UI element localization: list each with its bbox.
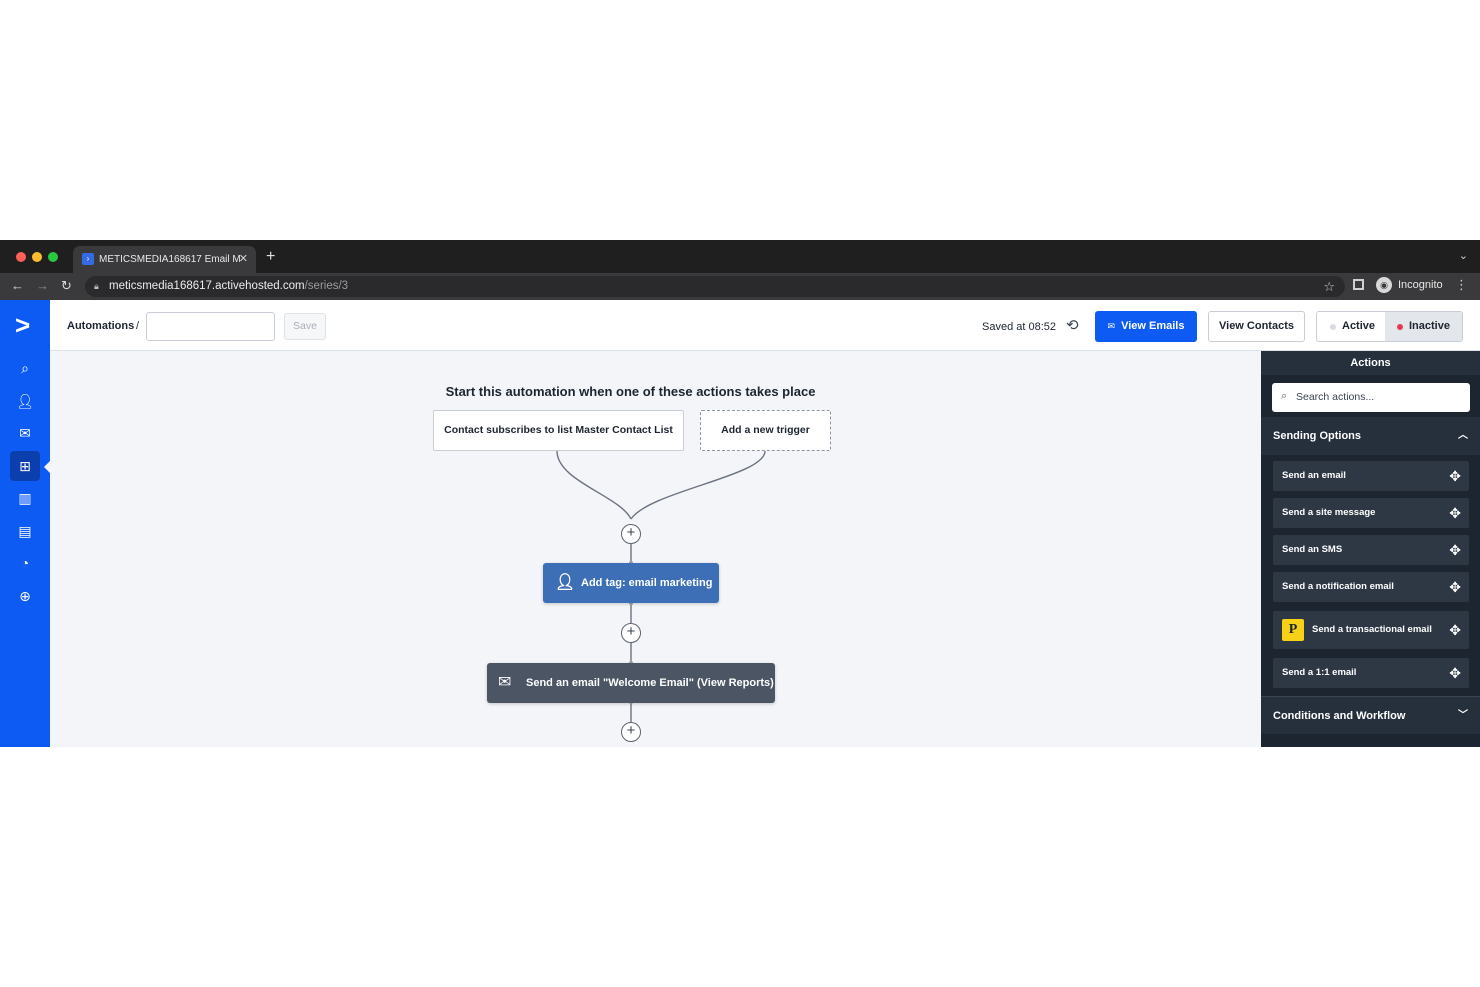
reports-pie-icon[interactable]: ◔: [13, 551, 37, 575]
forward-arrow-icon[interactable]: →: [36, 278, 49, 293]
bookmark-star-icon[interactable]: ☆: [1323, 279, 1335, 295]
active-dot-icon: [1330, 324, 1336, 330]
search-actions-input[interactable]: ⌕ Search actions...: [1272, 383, 1470, 412]
automation-canvas[interactable]: Start this automation when one of these …: [50, 351, 1261, 747]
status-inactive-option[interactable]: Inactive: [1385, 312, 1462, 341]
drag-move-icon[interactable]: ✥: [1449, 535, 1461, 565]
drag-move-icon[interactable]: ✥: [1449, 572, 1461, 602]
mail-icon: ✉: [1107, 321, 1116, 331]
browser-menu-icon[interactable]: ⋮: [1455, 277, 1468, 293]
browser-tab[interactable]: › METICSMEDIA168617 Email M ✕: [73, 246, 256, 273]
tab-close-icon[interactable]: ✕: [239, 246, 248, 273]
save-button[interactable]: Save: [284, 313, 326, 340]
activecampaign-favicon-icon: ›: [82, 253, 94, 265]
trigger-subscribes-list[interactable]: Contact subscribes to list Master Contac…: [433, 410, 684, 451]
screenshot: › METICSMEDIA168617 Email M ✕ + ⌄ ← → ↻ …: [0, 240, 1480, 747]
node-add-tag[interactable]: 👤︎ Add tag: email marketing: [543, 563, 719, 603]
url-text: meticsmedia168617.activehosted.com/serie…: [109, 280, 349, 292]
upgrade-arrow-icon[interactable]: ⊕: [13, 584, 37, 608]
actions-panel: Actions ⌕ Search actions... Sending Opti…: [1261, 351, 1480, 747]
chevron-down-icon: ﹀: [1458, 710, 1468, 721]
browser-toolbar: ← → ↻ 🔒︎ meticsmedia168617.activehosted.…: [0, 273, 1480, 300]
automations-icon[interactable]: ⊞: [10, 451, 40, 481]
side-panel-icon[interactable]: [1353, 279, 1364, 290]
automation-header: Automations / Save Saved at 08:52 ⟲ ✉ Vie…: [50, 300, 1480, 351]
drag-move-icon[interactable]: ✥: [1449, 611, 1461, 649]
add-step-plus-icon[interactable]: +: [621, 722, 641, 742]
add-step-plus-icon[interactable]: +: [621, 623, 641, 643]
envelope-icon: ✉: [498, 674, 512, 691]
action-send-transactional-email[interactable]: P Send a transactional email ✥: [1273, 611, 1469, 649]
person-icon: 👤︎: [555, 574, 576, 591]
address-bar[interactable]: 🔒︎ meticsmedia168617.activehosted.com/se…: [85, 276, 1345, 297]
section-sending-options[interactable]: Sending Options ︿: [1261, 417, 1480, 455]
activecampaign-logo-icon[interactable]: >: [15, 312, 30, 338]
drag-move-icon[interactable]: ✥: [1449, 461, 1461, 491]
search-icon[interactable]: ⌕: [13, 356, 37, 380]
zoom-window-button[interactable]: [48, 252, 58, 262]
action-send-email[interactable]: Send an email ✥: [1273, 461, 1469, 491]
chevron-up-icon: ︿: [1458, 430, 1468, 441]
view-contacts-button[interactable]: View Contacts: [1208, 311, 1305, 342]
inactive-dot-icon: [1397, 324, 1403, 330]
breadcrumb-separator: /: [136, 320, 140, 332]
history-icon[interactable]: ⟲: [1066, 316, 1079, 334]
breadcrumb-automations[interactable]: Automations: [67, 320, 134, 332]
search-icon: ⌕: [1281, 390, 1288, 402]
automation-name-input[interactable]: [146, 312, 275, 341]
saved-status: Saved at 08:52: [982, 321, 1057, 333]
add-step-plus-icon[interactable]: +: [621, 524, 641, 544]
node-send-email[interactable]: ✉ Send an email "Welcome Email" (View Re…: [487, 663, 775, 703]
back-arrow-icon[interactable]: ←: [11, 278, 24, 293]
action-send-1-1-email[interactable]: Send a 1:1 email ✥: [1273, 658, 1469, 688]
forms-icon[interactable]: ▤: [13, 519, 37, 543]
tab-title: METICSMEDIA168617 Email M: [99, 254, 241, 265]
status-toggle: Active Inactive: [1316, 311, 1463, 342]
drag-move-icon[interactable]: ✥: [1449, 658, 1461, 688]
add-trigger-button[interactable]: Add a new trigger: [700, 410, 831, 451]
search-placeholder: Search actions...: [1296, 391, 1375, 403]
section-conditions-workflow[interactable]: Conditions and Workflow ﹀: [1261, 696, 1480, 734]
action-send-site-message[interactable]: Send a site message ✥: [1273, 498, 1469, 528]
incognito-indicator[interactable]: ◉ Incognito: [1376, 277, 1443, 293]
new-tab-button[interactable]: +: [266, 248, 275, 266]
action-send-notification-email[interactable]: Send a notification email ✥: [1273, 572, 1469, 602]
campaigns-mail-icon[interactable]: ✉: [13, 421, 37, 445]
actions-panel-title: Actions: [1261, 351, 1480, 375]
tab-list-chevron-icon[interactable]: ⌄: [1459, 249, 1468, 262]
view-emails-button[interactable]: ✉ View Emails: [1095, 311, 1197, 342]
action-send-sms[interactable]: Send an SMS ✥: [1273, 535, 1469, 565]
postmark-p-icon: P: [1282, 619, 1304, 641]
status-active-option[interactable]: Active: [1317, 312, 1385, 341]
close-window-button[interactable]: [16, 252, 26, 262]
left-nav: > ⌕ 👤︎ ✉ ⊞ ▥ ▤ ◔ ⊕: [0, 300, 50, 747]
reload-icon[interactable]: ↻: [61, 278, 72, 294]
lock-icon: 🔒︎: [94, 281, 99, 291]
incognito-icon: ◉: [1376, 277, 1392, 293]
contacts-icon[interactable]: 👤︎: [13, 389, 37, 413]
browser-tab-strip: › METICSMEDIA168617 Email M ✕ + ⌄: [0, 240, 1480, 273]
deals-pipeline-icon[interactable]: ▥: [13, 486, 37, 510]
canvas-title: Start this automation when one of these …: [445, 384, 816, 399]
drag-move-icon[interactable]: ✥: [1449, 498, 1461, 528]
minimize-window-button[interactable]: [32, 252, 42, 262]
